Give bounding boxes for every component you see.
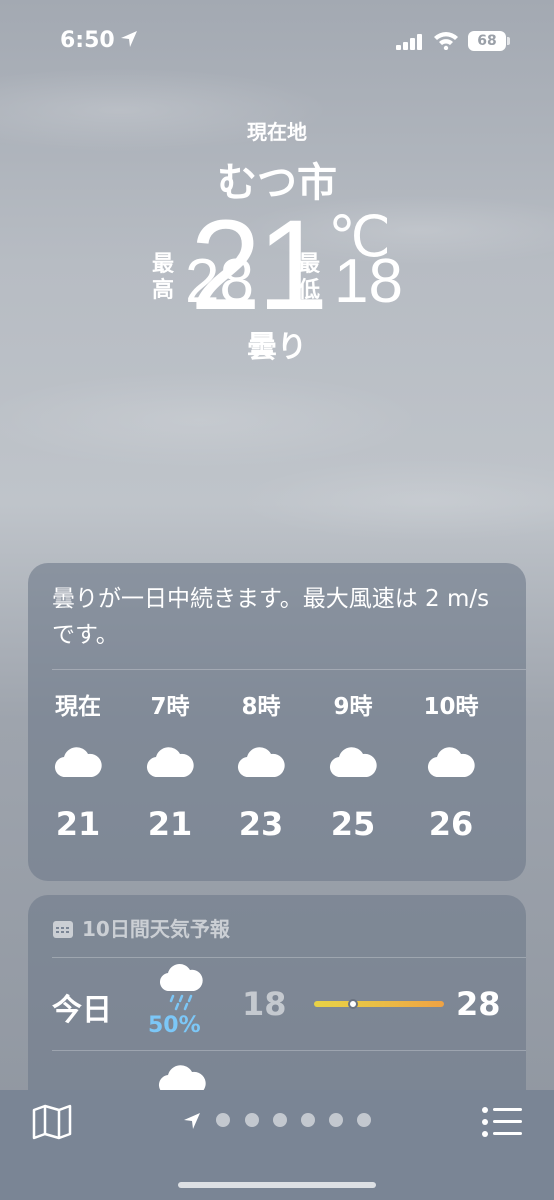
forecast-low: 18 [242,985,287,1023]
hour-label: 7時 [150,694,190,720]
page-dot[interactable] [216,1113,230,1127]
forecast-high: 28 [456,985,501,1023]
hour-label: 現在 [55,694,101,720]
high-label-top: 最 [151,252,174,277]
page-dot[interactable] [357,1113,371,1127]
card-divider [52,669,526,670]
bottom-toolbar [0,1090,554,1200]
ten-day-forecast-card[interactable]: 10日間天気予報 今日 50% 18 28 [28,895,526,1115]
wifi-icon [433,30,459,54]
battery-cap [507,37,510,45]
status-time: 6:50 [60,28,115,53]
location-arrow-icon [120,30,138,52]
location-label: 現在地 [247,120,307,144]
weather-condition: 曇り [247,330,307,365]
current-temperature-dot [348,999,358,1009]
cloud-icon [411,745,491,785]
precipitation-chance: 50% [148,1013,201,1038]
forecast-header: 10日間天気予報 [52,913,230,944]
high-low-temperatures: 最 高 28 最 低 18 [0,247,554,320]
home-indicator[interactable] [178,1182,376,1188]
hour-temperature: 21 [147,805,193,843]
cloud-icon [221,745,301,785]
calendar-icon [52,919,74,944]
hour-column: 7時 21 [130,687,210,843]
high-label-bottom: 高 [151,278,174,303]
hourly-forecast-card[interactable]: 曇りが一日中続きます。最大風速は 2 m/s です。 現在 21 7時 21 8… [28,563,526,881]
high-temperature: 28 [185,247,254,316]
hour-temperature: 25 [330,805,376,843]
hour-column: 9時 25 [313,687,393,843]
hour-label: 10時 [423,694,479,720]
page-dot[interactable] [273,1113,287,1127]
forecast-header-label: 10日間天気予報 [82,917,230,941]
battery-indicator: 68 [468,31,506,51]
cloud-icon [130,745,210,785]
hour-column: 現在 21 [38,687,118,843]
hour-column: 8時 23 [221,687,301,843]
card-divider [52,1050,526,1051]
hour-column: 10時 26 [411,687,491,843]
forecast-summary: 曇りが一日中続きます。最大風速は 2 m/s です。 [52,586,490,648]
temperature-range-bar [314,1001,444,1007]
location-arrow-icon[interactable] [183,1112,201,1134]
hour-temperature: 23 [238,805,284,843]
card-divider [52,957,526,958]
page-dot[interactable] [301,1113,315,1127]
cloud-icon [38,745,118,785]
low-temperature: 18 [334,247,403,316]
low-label-bottom: 低 [297,278,320,303]
map-icon[interactable] [32,1104,72,1144]
status-bar: 6:50 68 [0,24,554,60]
forecast-day: 今日 [52,993,112,1028]
page-dot[interactable] [329,1113,343,1127]
hour-temperature: 26 [428,805,474,843]
low-label-top: 最 [297,252,320,277]
cloud-rain-icon [158,963,206,1015]
cellular-signal-icon [396,34,424,54]
hour-temperature: 21 [55,805,101,843]
hour-label: 8時 [241,694,281,720]
list-icon[interactable] [481,1106,523,1142]
hour-label: 9時 [333,694,373,720]
cloud-icon [313,745,393,785]
page-dot[interactable] [245,1113,259,1127]
